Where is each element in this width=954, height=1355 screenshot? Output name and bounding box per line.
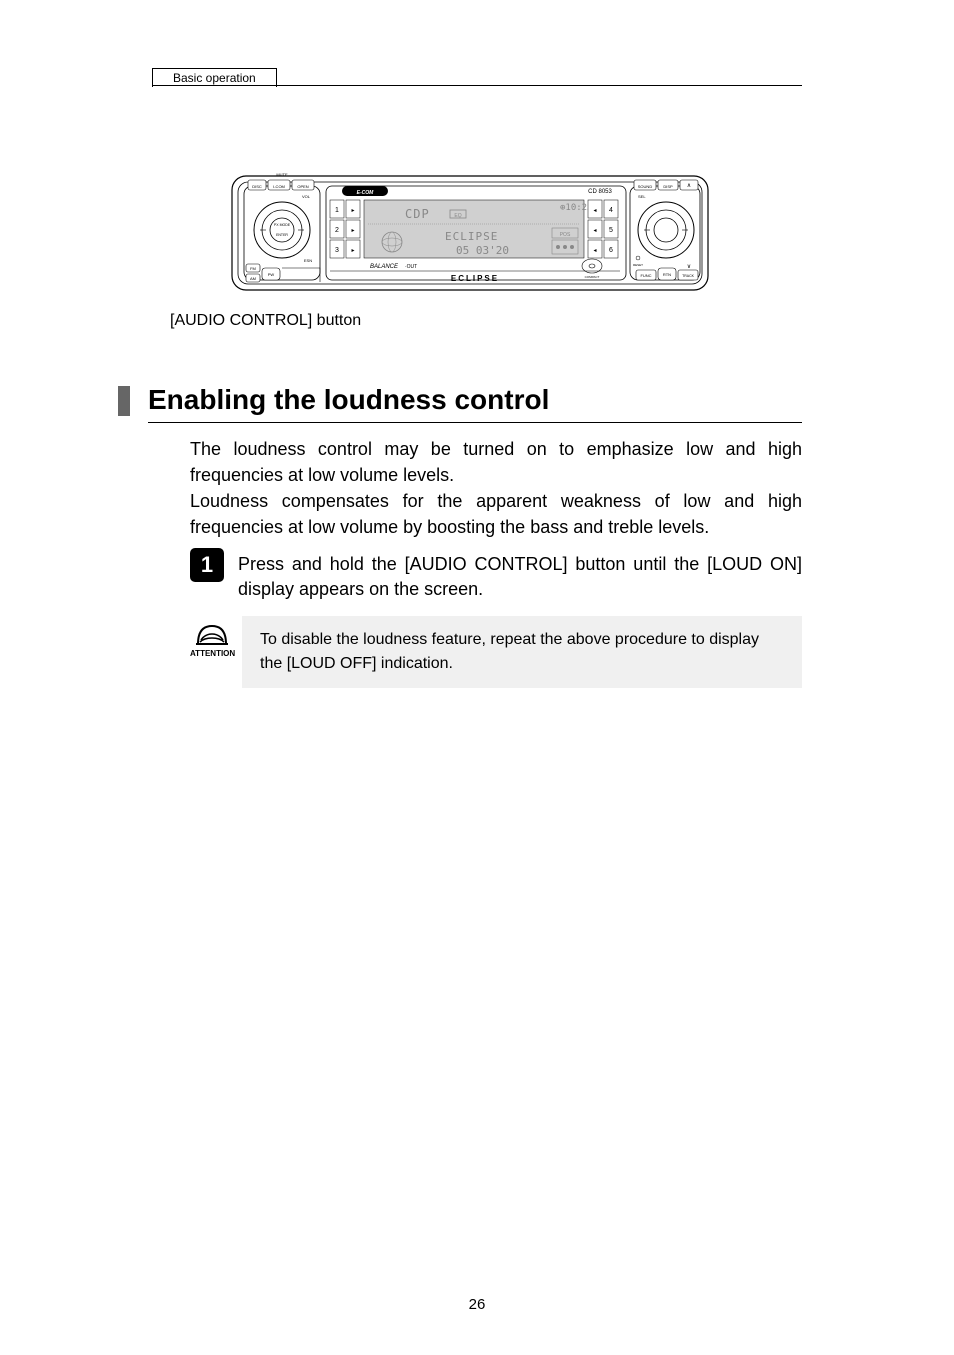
- svg-text:CDP: CDP: [405, 207, 430, 221]
- svg-text:▸: ▸: [351, 228, 354, 234]
- svg-text:2: 2: [335, 227, 339, 234]
- svg-text:PW: PW: [268, 272, 275, 277]
- svg-text:SEL: SEL: [638, 194, 646, 199]
- svg-text:∧: ∧: [687, 183, 691, 189]
- svg-text:▸: ▸: [351, 208, 354, 214]
- svg-text:CD 8053: CD 8053: [588, 189, 612, 195]
- svg-text:RTN: RTN: [663, 272, 671, 277]
- svg-text:PX MODE: PX MODE: [274, 223, 291, 227]
- section-underline: [148, 422, 802, 423]
- svg-text:5: 5: [609, 227, 613, 234]
- section-paragraph-1: The loudness control may be turned on to…: [190, 436, 802, 488]
- svg-text:6: 6: [609, 247, 613, 254]
- step-text-1: Press and hold the [AUDIO CONTROL] butto…: [238, 552, 802, 602]
- svg-text:SOUND: SOUND: [638, 184, 653, 189]
- svg-text:05 03'20: 05 03'20: [456, 244, 509, 257]
- svg-text:3: 3: [335, 247, 339, 254]
- header-rule: [152, 85, 802, 86]
- svg-text:⊕10:23: ⊕10:23: [560, 203, 593, 213]
- attention-text: To disable the loudness feature, repeat …: [242, 616, 802, 688]
- diagram-caption: [AUDIO CONTROL] button: [170, 312, 361, 330]
- svg-text:▸: ▸: [351, 248, 354, 254]
- svg-text:ECLIPSE: ECLIPSE: [451, 274, 499, 283]
- svg-text:BALANCE: BALANCE: [370, 264, 399, 270]
- step-number-1: 1: [190, 548, 224, 582]
- page-number: 26: [0, 1296, 954, 1313]
- svg-text:ENTER: ENTER: [276, 233, 288, 237]
- svg-text:POS: POS: [560, 232, 571, 238]
- section-paragraph-2: Loudness compensates for the apparent we…: [190, 488, 802, 540]
- svg-text:COMPACT: COMPACT: [585, 275, 600, 279]
- svg-text:ECLIPSE: ECLIPSE: [445, 230, 498, 243]
- icom-btn-label: I-COM: [273, 184, 285, 189]
- svg-text:◂: ◂: [593, 208, 596, 214]
- svg-text:RESET: RESET: [633, 263, 643, 267]
- section-title: Enabling the loudness control: [148, 384, 549, 416]
- svg-text:◂: ◂: [593, 248, 596, 254]
- mute-label: MUTE: [276, 172, 288, 177]
- svg-text:1: 1: [335, 207, 339, 214]
- svg-text:DISP: DISP: [663, 184, 673, 189]
- svg-text:4: 4: [609, 207, 613, 214]
- svg-text:∨: ∨: [687, 264, 691, 270]
- section-marker: [118, 386, 130, 416]
- svg-text:TRACK: TRACK: [682, 274, 695, 278]
- vol-label: VOL: [302, 194, 311, 199]
- svg-text:FUNC: FUNC: [640, 273, 651, 278]
- device-diagram: DISC I-COM OPEN MUTE VOL PX MODE ENTER E…: [230, 168, 710, 298]
- svg-text:FM: FM: [250, 266, 256, 271]
- attention-label: ATTENTION: [190, 649, 234, 658]
- svg-text:ESN: ESN: [304, 258, 312, 263]
- attention-icon: ATTENTION: [190, 618, 234, 658]
- svg-text:EQ: EQ: [454, 213, 461, 219]
- svg-text:E-COM: E-COM: [357, 190, 375, 196]
- svg-text:◂: ◂: [593, 228, 596, 234]
- disc-btn-label: DISC: [252, 184, 262, 189]
- svg-text:·OUT: ·OUT: [405, 264, 417, 270]
- open-btn-label: OPEN: [297, 184, 308, 189]
- svg-text:AM: AM: [250, 276, 256, 281]
